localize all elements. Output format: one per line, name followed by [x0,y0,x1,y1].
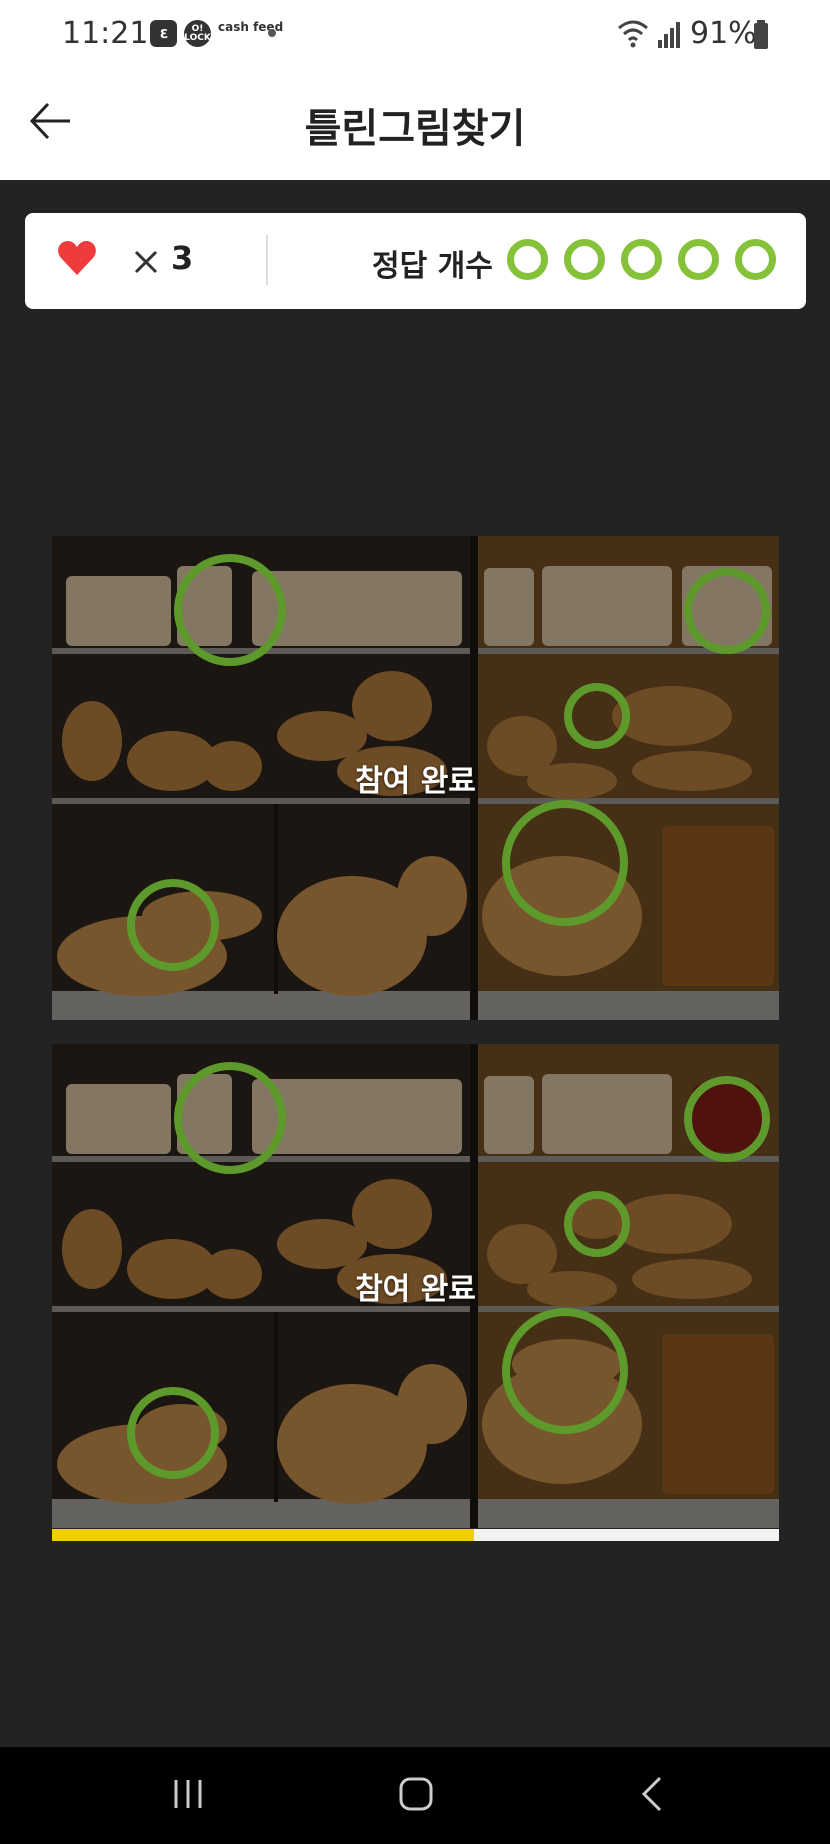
battery-icon [754,20,768,49]
difference-marker [502,1308,628,1434]
system-nav-bar [0,1747,830,1844]
signal-icon [658,22,680,48]
answer-indicators [507,239,776,280]
difference-marker [174,554,286,666]
status-time: 11:21 [62,16,149,51]
answer-indicator [564,239,605,280]
nav-back-icon[interactable] [640,1775,664,1813]
heart-icon [58,241,96,275]
app-header: 틀린그림찾기 [0,68,830,180]
answer-indicator [735,239,776,280]
answer-indicator [678,239,719,280]
participation-complete-label: 참여 완료 [355,1272,476,1307]
score-panel: 3 정답 개수 [25,213,806,309]
status-bar: 11:21 ℇ O! LOCK cash feed 91% [0,0,830,68]
lives-count: 3 [171,239,194,277]
difference-marker [174,1062,286,1174]
difference-marker [127,1387,219,1479]
battery-percent: 91% [690,16,757,51]
wifi-icon [618,20,648,48]
more-notifications-dot [268,29,276,37]
answer-indicator [621,239,662,280]
olock-app-icon: O! LOCK [184,20,211,47]
difference-marker [684,568,770,654]
difference-marker [564,1191,630,1257]
times-icon [134,250,158,274]
difference-marker [564,683,630,749]
timer-progress-bar [52,1529,779,1541]
answer-count-label: 정답 개수 [372,249,493,284]
timer-progress-fill [52,1529,474,1541]
participation-complete-label: 참여 완료 [355,764,476,799]
puzzle-image-original[interactable]: 참여 완료 [52,536,779,1020]
page-title: 틀린그림찾기 [304,106,526,152]
difference-marker [684,1076,770,1162]
answer-indicator [507,239,548,280]
home-icon[interactable] [398,1775,434,1813]
puzzle-image-modified[interactable]: 참여 완료 [52,1044,779,1528]
score-divider [266,235,268,285]
difference-marker [127,879,219,971]
difference-marker [502,800,628,926]
recent-apps-icon[interactable] [171,1777,205,1811]
app-notification-icon: ℇ [150,20,177,47]
